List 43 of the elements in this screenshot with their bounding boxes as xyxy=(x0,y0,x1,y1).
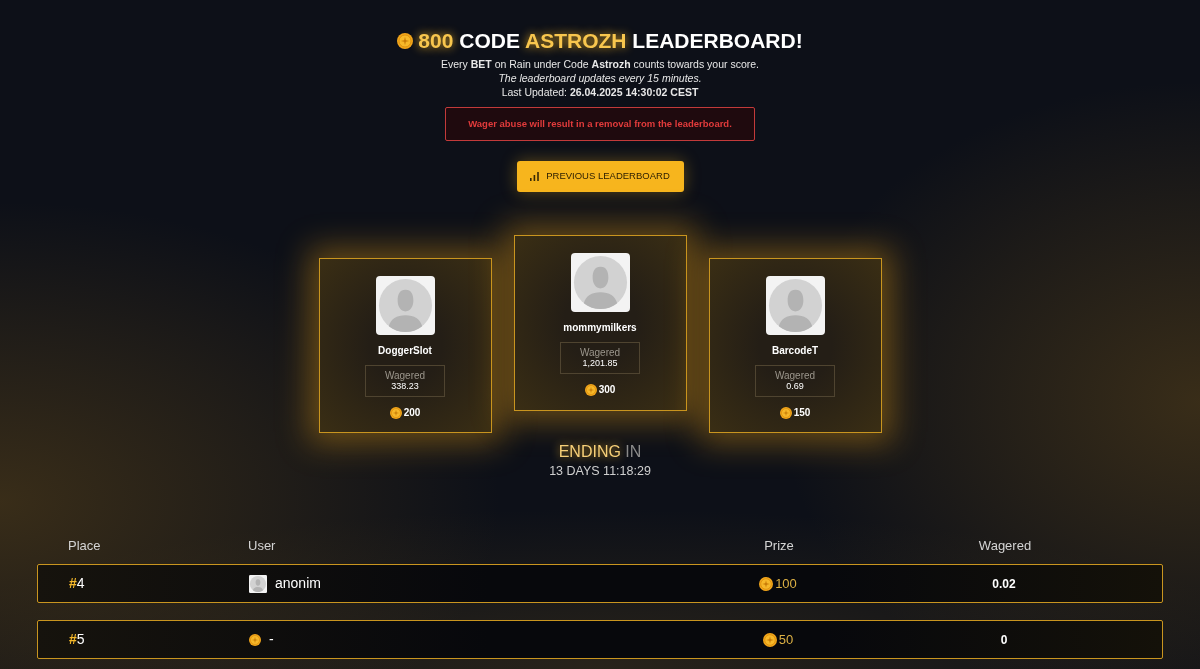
wagered-amount: 338.23 xyxy=(391,381,419,392)
wagered-label: Wagered xyxy=(774,370,816,381)
column-header: User xyxy=(248,537,277,555)
warning-text: Wager abuse will result in a removal from the leaderboard. xyxy=(468,116,732,131)
countdown-heading: ENDING IN xyxy=(558,442,642,462)
previous-leaderboard-button[interactable]: PREVIOUS LEADERBOARD xyxy=(516,161,684,192)
column-header: Wagered xyxy=(977,537,1033,555)
column-header: Prize xyxy=(763,537,795,555)
prize-amount: 300 xyxy=(598,383,616,397)
last-updated: Last Updated: 26.04.2025 14:30:02 CEST xyxy=(501,85,699,99)
intro-text: Every BET on Rain under Code Astrozh counts towards your score. xyxy=(440,57,760,71)
wagered-amount: 0.69 xyxy=(786,381,804,392)
coin-icon xyxy=(584,383,597,396)
coin-icon xyxy=(762,632,777,647)
update-note: The leaderboard updates every 15 minutes. xyxy=(498,71,702,85)
wagered-amount: 0 xyxy=(999,631,1009,649)
wagered-label: Wagered xyxy=(384,370,426,381)
wagered-label: Wagered xyxy=(579,347,621,358)
user-name: - xyxy=(269,630,274,649)
coin-icon xyxy=(759,576,774,591)
user-name: anonim xyxy=(275,574,321,593)
place-cell-text: #4 xyxy=(68,574,86,593)
wagered-amount: 0.02 xyxy=(991,575,1017,593)
coin-icon xyxy=(779,406,792,419)
player-name: DoggerSlot xyxy=(378,345,432,357)
avatar-icon xyxy=(375,276,435,335)
prize-amount: 100 xyxy=(775,574,797,593)
player-name: mommymilkers xyxy=(563,322,637,334)
prize-amount: 50 xyxy=(778,630,794,649)
avatar-icon xyxy=(570,253,630,312)
place-cell-text: #5 xyxy=(68,630,86,649)
bar-chart-icon xyxy=(530,172,540,181)
column-header: Place xyxy=(67,537,102,555)
coin-icon xyxy=(249,633,261,646)
prize-amount: 200 xyxy=(403,406,421,420)
prize-amount: 150 xyxy=(793,406,811,420)
coin-icon xyxy=(389,406,402,419)
countdown-time: 13 DAYS 11:18:29 xyxy=(549,463,651,480)
wagered-amount: 1,201.85 xyxy=(582,358,618,369)
avatar-icon xyxy=(765,276,825,335)
page-title: 800 CODE ASTROZH LEADERBOARD! xyxy=(418,29,803,53)
avatar-icon xyxy=(249,574,267,593)
player-name: BarcodeT xyxy=(771,345,819,357)
